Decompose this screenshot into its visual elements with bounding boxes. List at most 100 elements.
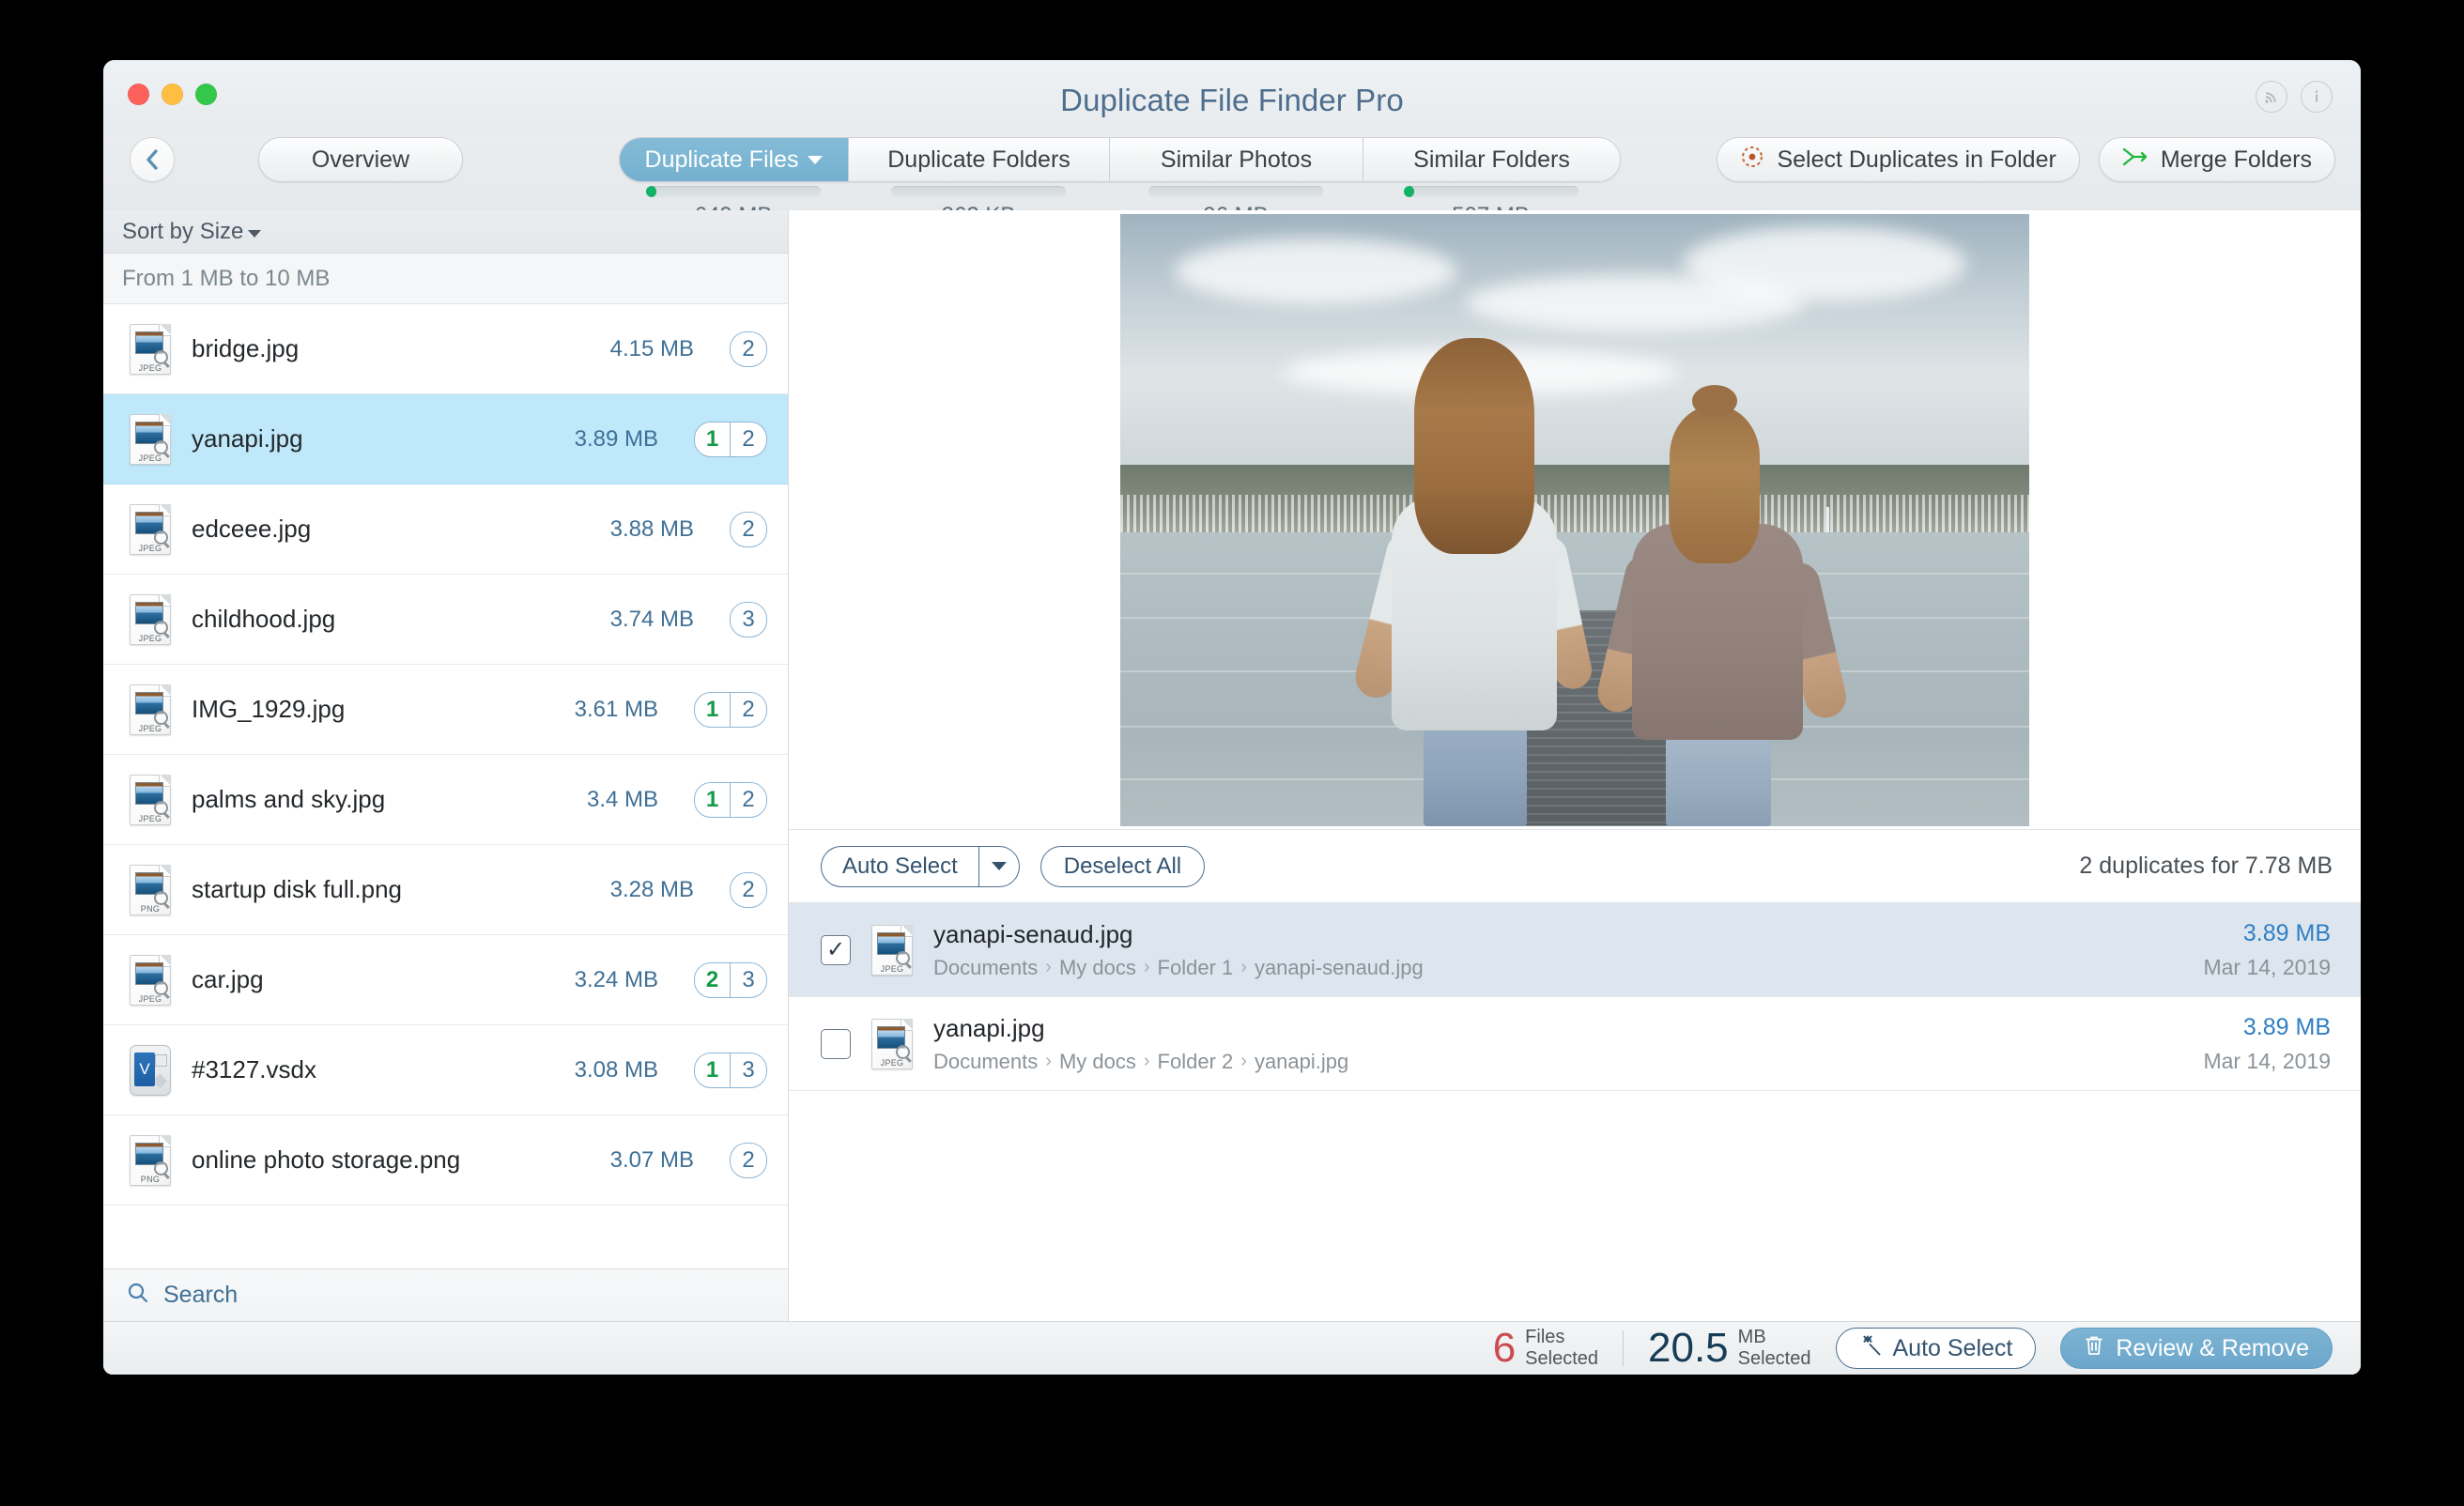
list-item[interactable]: JPEG bridge.jpg 4.15 MB 2: [103, 304, 788, 394]
duplicate-file-name: yanapi.jpg: [933, 1013, 1045, 1042]
deselect-all-button[interactable]: Deselect All: [1040, 845, 1206, 887]
auto-select-dropdown-button[interactable]: [978, 845, 1020, 887]
breadcrumb-segment[interactable]: yanapi-senaud.jpg: [1255, 956, 1424, 980]
jpeg-file-icon: JPEG: [130, 503, 171, 555]
review-remove-button[interactable]: Review & Remove: [2060, 1328, 2333, 1369]
detail-pane: Auto Select Deselect All 2 duplicates fo…: [789, 210, 2361, 1321]
chevron-down-icon: [808, 155, 824, 164]
duplicate-count-badge: 2: [730, 330, 767, 367]
breadcrumb-separator: ›: [1143, 957, 1150, 977]
status-auto-select-button[interactable]: Auto Select: [1835, 1328, 2037, 1369]
file-name: edceee.jpg: [192, 515, 312, 543]
chevron-down-icon: [248, 229, 262, 238]
list-item[interactable]: PNG startup disk full.png 3.28 MB 2: [103, 845, 788, 935]
table-row[interactable]: ✓ JPEG yanapi-senaud.jpg Documents › My …: [789, 903, 2361, 997]
file-name: bridge.jpg: [192, 334, 300, 362]
auto-select-label: Auto Select: [842, 853, 958, 879]
list-item[interactable]: V #3127.vsdx 3.08 MB 13: [103, 1025, 788, 1115]
list-item[interactable]: JPEG edceee.jpg 3.88 MB 2: [103, 484, 788, 575]
tab-similar-folders-label: Similar Folders: [1413, 146, 1570, 173]
jpeg-file-icon: JPEG: [130, 323, 171, 375]
file-name: #3127.vsdx: [192, 1055, 316, 1083]
search-input[interactable]: Search: [163, 1282, 238, 1309]
overview-label: Overview: [311, 146, 410, 173]
file-size: 3.74 MB: [609, 606, 694, 632]
size-selected-count: 20.5: [1648, 1325, 1729, 1371]
breadcrumb-segment[interactable]: My docs: [1059, 1050, 1136, 1074]
table-row[interactable]: JPEG yanapi.jpg Documents › My docs › Fo…: [789, 997, 2361, 1091]
status-auto-select-label: Auto Select: [1892, 1334, 2013, 1361]
file-name: childhood.jpg: [192, 605, 336, 633]
chevron-down-icon: [991, 862, 1007, 870]
titlebar-icons: [2256, 81, 2333, 113]
files-selected-label-1: Files: [1525, 1327, 1565, 1347]
files-selected-count: 6: [1492, 1325, 1517, 1371]
breadcrumb-segment[interactable]: Folder 1: [1158, 956, 1234, 980]
breadcrumb-segment[interactable]: Folder 2: [1158, 1050, 1234, 1074]
list-item[interactable]: PNG online photo storage.png 3.07 MB 2: [103, 1115, 788, 1206]
review-remove-label: Review & Remove: [2116, 1334, 2309, 1361]
trash-icon: [2084, 1334, 2104, 1363]
duplicates-summary: 2 duplicates for 7.78 MB: [2079, 853, 2333, 879]
auto-select-button[interactable]: Auto Select: [821, 845, 978, 887]
auto-select-split-button[interactable]: Auto Select: [821, 845, 1020, 887]
size-range-header: From 1 MB to 10 MB: [103, 254, 788, 304]
breadcrumb-separator: ›: [1143, 1051, 1150, 1071]
jpeg-file-icon: JPEG: [130, 684, 171, 735]
rss-icon[interactable]: [2256, 81, 2287, 113]
duplicates-empty-space: [789, 1091, 2361, 1321]
png-file-icon: PNG: [130, 1134, 171, 1186]
toolbar-actions: Select Duplicates in Folder Merge Folder…: [1717, 137, 2335, 182]
breadcrumb-separator: ›: [1045, 1051, 1052, 1071]
duplicate-count-badge: 3: [730, 601, 767, 638]
sparkle-wand-icon: [1859, 1334, 1882, 1363]
search-bar[interactable]: Search: [103, 1268, 788, 1321]
deselect-all-label: Deselect All: [1063, 853, 1182, 879]
duplicate-count-badge: 12: [694, 421, 767, 457]
tab-similar-folders[interactable]: Similar Folders: [1363, 138, 1620, 181]
sidebar: Sort by Size From 1 MB to 10 MB JPEG bri…: [103, 210, 789, 1321]
tab-duplicate-files[interactable]: Duplicate Files: [620, 138, 849, 181]
file-size: 3.4 MB: [586, 786, 658, 812]
duplicate-file-size: 3.89 MB: [2242, 1013, 2331, 1040]
tab-duplicate-folders[interactable]: Duplicate Folders: [849, 138, 1110, 181]
row-checkbox[interactable]: ✓: [821, 934, 851, 965]
breadcrumb: Documents › My docs › Folder 1 › yanapi-…: [933, 956, 2182, 980]
breadcrumb-segment[interactable]: Documents: [933, 956, 1038, 980]
back-button[interactable]: [130, 137, 175, 182]
file-size: 3.08 MB: [574, 1056, 658, 1083]
sort-label: Sort by Size: [122, 218, 244, 244]
breadcrumb-segment[interactable]: My docs: [1059, 956, 1136, 980]
info-icon[interactable]: [2301, 81, 2333, 113]
status-bar: 6 Files Selected 20.5 MB Selected Auto S…: [103, 1321, 2361, 1375]
jpeg-file-icon: JPEG: [871, 1018, 913, 1069]
list-item[interactable]: JPEG yanapi.jpg 3.89 MB 12: [103, 394, 788, 484]
breadcrumb-separator: ›: [1240, 957, 1247, 977]
merge-folders-button[interactable]: Merge Folders: [2098, 137, 2335, 182]
app-title: Duplicate File Finder Pro: [1060, 83, 1404, 117]
jpeg-file-icon: JPEG: [130, 413, 171, 465]
sort-control[interactable]: Sort by Size: [103, 210, 788, 254]
photo-preview: [789, 210, 2361, 830]
duplicate-count-badge: 23: [694, 961, 767, 998]
duplicate-count-badge: 2: [730, 1142, 767, 1178]
file-list[interactable]: JPEG bridge.jpg 4.15 MB 2 JPEG yanapi.jp…: [103, 304, 788, 1268]
files-selected-stat: 6 Files Selected: [1493, 1327, 1598, 1370]
tab-similar-photos[interactable]: Similar Photos: [1110, 138, 1363, 181]
list-item[interactable]: JPEG car.jpg 3.24 MB 23: [103, 935, 788, 1025]
list-item[interactable]: JPEG childhood.jpg 3.74 MB 3: [103, 575, 788, 665]
file-name: palms and sky.jpg: [192, 785, 386, 813]
size-selected-label-1: MB: [1737, 1327, 1766, 1347]
overview-button[interactable]: Overview: [258, 137, 463, 182]
merge-arrow-icon: [2122, 146, 2148, 174]
list-item[interactable]: JPEG IMG_1929.jpg 3.61 MB 12: [103, 665, 788, 755]
row-checkbox[interactable]: [821, 1028, 851, 1059]
breadcrumb-segment[interactable]: Documents: [933, 1050, 1038, 1074]
file-name: car.jpg: [192, 965, 264, 993]
duplicate-file-date: Mar 14, 2019: [2203, 954, 2331, 979]
target-circle-icon: [1740, 145, 1764, 176]
list-item[interactable]: JPEG palms and sky.jpg 3.4 MB 12: [103, 755, 788, 845]
select-duplicates-in-folder-button[interactable]: Select Duplicates in Folder: [1717, 137, 2080, 182]
jpeg-file-icon: JPEG: [130, 954, 171, 1006]
breadcrumb-segment[interactable]: yanapi.jpg: [1255, 1050, 1348, 1074]
